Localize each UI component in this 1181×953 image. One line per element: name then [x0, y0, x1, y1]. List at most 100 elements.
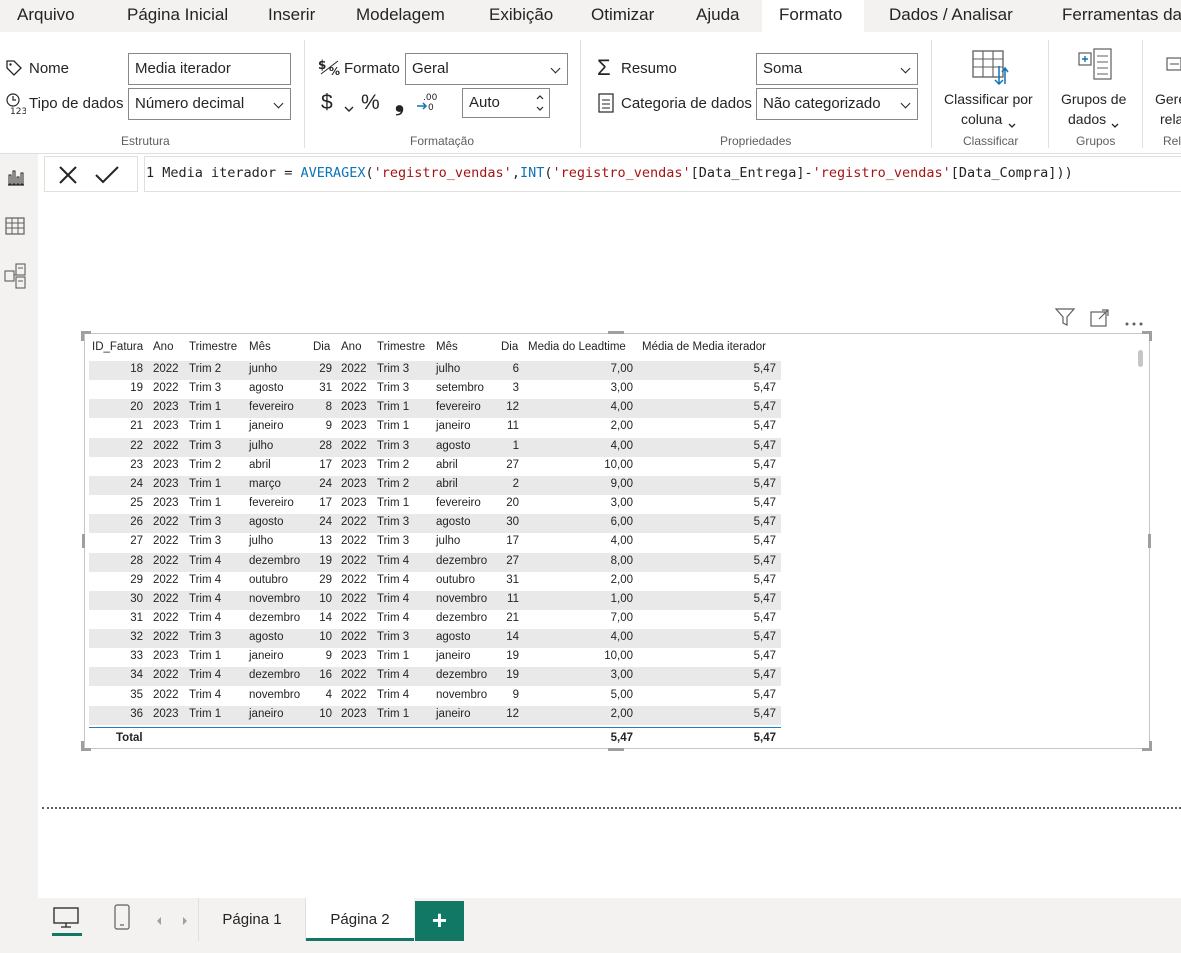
table-cell: fevereiro	[436, 497, 481, 510]
column-header[interactable]: Mês	[436, 341, 458, 353]
table-row[interactable]: 29 2022 Trim 4 outubro 29 2022 Trim 4 outubro 31…	[89, 572, 781, 591]
menu-tab-arquivo[interactable]: Arquivo	[17, 0, 75, 32]
menu-tab-ferramentas[interactable]: Ferramentas da	[1062, 0, 1181, 32]
table-cell: 2023	[341, 497, 367, 510]
column-header[interactable]: Media do Leadtime	[528, 341, 626, 353]
decimal-increase-icon[interactable]: .00 0	[416, 91, 440, 118]
column-header[interactable]: Dia	[501, 341, 518, 353]
relationships-button-line2[interactable]: rela	[1160, 111, 1181, 127]
table-row[interactable]: 35 2022 Trim 4 novembro 4 2022 Trim 4 novembro 9…	[89, 687, 781, 706]
column-header[interactable]: Trimestre	[377, 341, 425, 353]
table-row[interactable]: 28 2022 Trim 4 dezembro 19 2022 Trim 4 dezembro…	[89, 552, 781, 572]
resize-handle[interactable]	[608, 331, 624, 334]
menu-tab-pagina-inicial[interactable]: Página Inicial	[127, 0, 228, 32]
table-cell: Trim 3	[377, 516, 410, 529]
table-row[interactable]: 18 2022 Trim 2 junho 29 2022 Trim 3 julho 6 7,00 5…	[89, 361, 781, 380]
table-scrollbar[interactable]	[1138, 350, 1143, 367]
scroll-left-icon[interactable]	[155, 913, 163, 931]
dax-formula-editor[interactable]: 1 Media iterador = AVERAGEX('registro_ve…	[144, 156, 1181, 192]
table-cell: Trim 4	[189, 611, 222, 624]
table-cell: 12	[506, 707, 519, 720]
nome-input[interactable]: Media iterador	[128, 53, 291, 85]
table-row[interactable]: 34 2022 Trim 4 dezembro 16 2022 Trim 4 dezembro…	[89, 667, 781, 687]
resumo-select[interactable]: Soma	[756, 53, 918, 85]
resize-handle[interactable]	[1148, 534, 1151, 548]
report-view-icon[interactable]	[6, 168, 26, 191]
table-cell: dezembro	[436, 669, 488, 682]
resize-handle[interactable]	[1149, 741, 1152, 751]
resize-handle[interactable]	[82, 534, 85, 548]
column-header[interactable]: Mês	[249, 341, 271, 353]
cancel-formula-icon[interactable]	[58, 166, 78, 189]
table-row[interactable]: 36 2023 Trim 1 janeiro 10 2023 Trim 1 janeiro 12…	[89, 705, 781, 725]
table-row[interactable]: 25 2023 Trim 1 fevereiro 17 2023 Trim 1 feverei…	[89, 495, 781, 514]
relationships-button-line1[interactable]: Gere	[1155, 91, 1181, 107]
table-row[interactable]: 20 2023 Trim 1 fevereiro 8 2023 Trim 1 fevereir…	[89, 399, 781, 419]
chevron-down-icon[interactable]	[344, 100, 354, 118]
column-header[interactable]: ID_Fatura	[92, 341, 143, 353]
table-row[interactable]: 21 2023 Trim 1 janeiro 9 2023 Trim 1 janeiro 11 2…	[89, 418, 781, 437]
table-row[interactable]: 32 2022 Trim 3 agosto 10 2022 Trim 3 agosto 14 4,…	[89, 629, 781, 649]
menu-tab-otimizar[interactable]: Otimizar	[591, 0, 654, 32]
table-row[interactable]: 24 2023 Trim 1 março 24 2023 Trim 2 abril 2 9,00 5…	[89, 475, 781, 495]
column-header[interactable]: Ano	[341, 341, 361, 353]
column-header[interactable]: Ano	[153, 341, 173, 353]
more-options-icon[interactable]	[1124, 314, 1144, 332]
table-row[interactable]: 26 2022 Trim 3 agosto 24 2022 Trim 3 agosto 30 6,…	[89, 514, 781, 534]
data-view-icon[interactable]	[5, 217, 25, 240]
relationships-group-label: Rela	[1163, 134, 1181, 148]
propriedades-group-label: Propriedades	[720, 134, 792, 148]
table-cell: Trim 4	[377, 592, 410, 605]
resize-handle[interactable]	[81, 741, 84, 751]
table-row[interactable]: 27 2022 Trim 3 julho 13 2022 Trim 3 julho 17 4,00…	[89, 533, 781, 552]
column-header[interactable]: Média de Media iterador	[642, 341, 766, 353]
categoria-select[interactable]: Não categorizado	[756, 88, 918, 120]
table-row[interactable]: 23 2023 Trim 2 abril 17 2023 Trim 2 abril 27 10,0…	[89, 457, 781, 476]
table-cell: 24	[319, 477, 332, 490]
table-reference: 'registro_vendas'	[812, 165, 951, 181]
currency-button[interactable]: $	[321, 91, 333, 115]
spinner-arrows-icon[interactable]	[535, 91, 545, 120]
confirm-formula-icon[interactable]	[95, 166, 119, 189]
page-tab-2[interactable]: Página 2	[306, 898, 414, 941]
comma-style-button[interactable]: ❟	[395, 89, 404, 116]
menu-tab-exibicao[interactable]: Exibição	[489, 0, 553, 32]
menu-tab-ajuda[interactable]: Ajuda	[696, 0, 739, 32]
menu-tab-modelagem[interactable]: Modelagem	[356, 0, 445, 32]
sort-by-column-button[interactable]: Classificar por coluna	[937, 44, 1043, 130]
table-row[interactable]: 31 2022 Trim 4 dezembro 14 2022 Trim 4 dezembro…	[89, 610, 781, 629]
table-cell: Trim 3	[377, 631, 410, 644]
table-row[interactable]: 19 2022 Trim 3 agosto 31 2022 Trim 3 setembro 3 3…	[89, 380, 781, 399]
filter-icon[interactable]	[1054, 308, 1076, 331]
table-row[interactable]: 33 2023 Trim 1 janeiro 9 2023 Trim 1 janeiro 19 1…	[89, 648, 781, 667]
column-header[interactable]: Dia	[313, 341, 330, 353]
model-view-icon[interactable]	[4, 263, 26, 294]
tipo-dados-select[interactable]: Número decimal	[128, 88, 291, 120]
table-cell: julho	[249, 439, 274, 452]
add-page-button[interactable]: +	[415, 901, 464, 941]
desktop-layout-icon[interactable]	[53, 907, 79, 934]
scroll-right-icon[interactable]	[181, 913, 189, 931]
page-tab-1[interactable]: Página 1	[199, 898, 305, 941]
resize-handle[interactable]	[608, 748, 624, 751]
table-cell: 19	[319, 554, 332, 567]
table-row[interactable]: 30 2022 Trim 4 novembro 10 2022 Trim 4 novembro…	[89, 590, 781, 610]
groups-button-line2: dados	[1068, 111, 1107, 127]
formato-select[interactable]: Geral	[405, 53, 568, 85]
table-cell: 5,47	[753, 401, 776, 414]
column-header[interactable]: Trimestre	[189, 341, 237, 353]
focus-mode-icon[interactable]	[1090, 309, 1110, 332]
data-groups-button[interactable]: Grupos de dados	[1053, 44, 1139, 130]
menu-tab-formato[interactable]: Formato	[762, 0, 864, 32]
percent-button[interactable]: %	[361, 91, 380, 115]
resize-handle[interactable]	[1149, 331, 1152, 341]
manage-relationships-icon[interactable]	[1165, 55, 1181, 80]
menu-tab-dados-analisar[interactable]: Dados / Analisar	[889, 0, 1013, 32]
table-row[interactable]: 22 2022 Trim 3 julho 28 2022 Trim 3 agosto 1 4,00…	[89, 437, 781, 457]
table-cell: 2022	[153, 573, 179, 586]
resize-handle[interactable]	[81, 331, 84, 341]
table-cell: 3,00	[610, 497, 633, 510]
format-icon: $%	[318, 57, 342, 84]
mobile-layout-icon[interactable]	[114, 904, 130, 935]
menu-tab-inserir[interactable]: Inserir	[268, 0, 315, 32]
